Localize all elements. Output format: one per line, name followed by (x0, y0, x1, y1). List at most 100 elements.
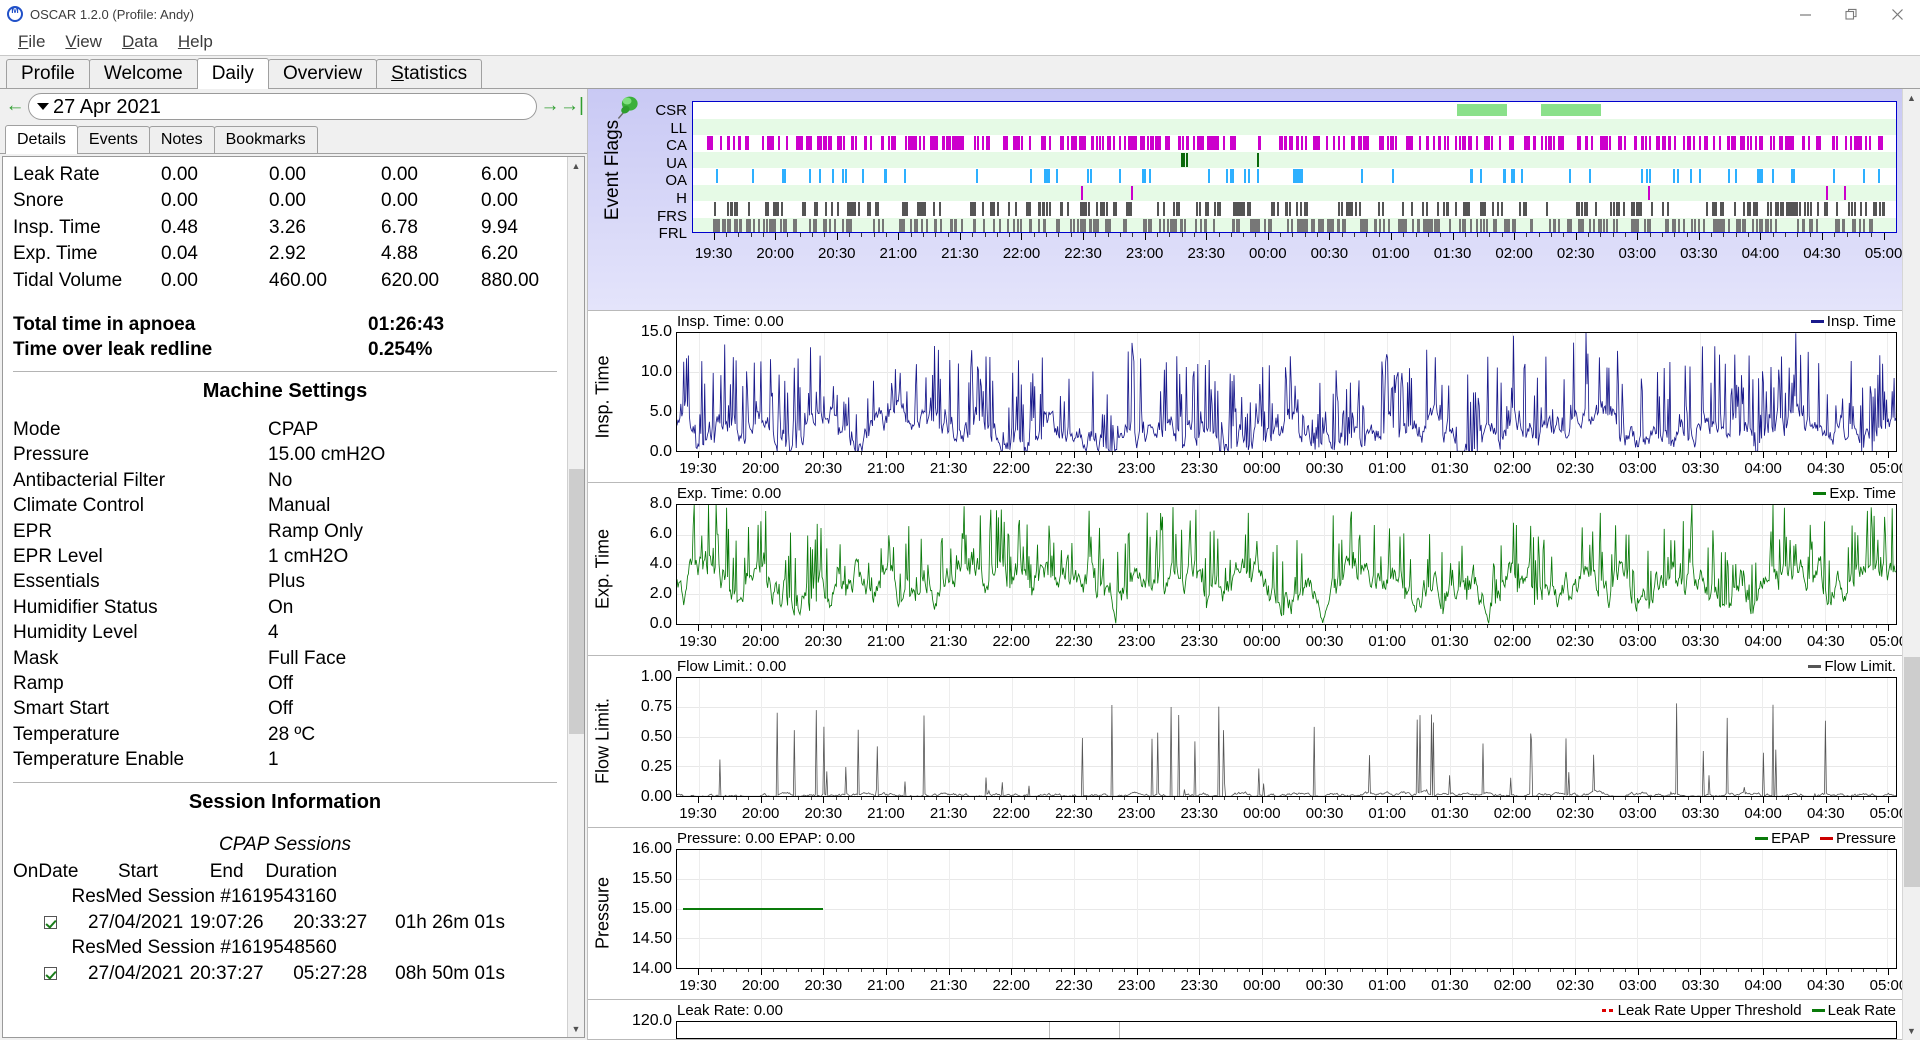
event-marker (872, 218, 875, 232)
event-marker (1449, 218, 1452, 232)
scroll-up-icon[interactable]: ▲ (567, 157, 584, 174)
stat-max: 9.94 (481, 216, 518, 238)
event-marker (1352, 136, 1355, 150)
scroll-track[interactable] (1903, 107, 1920, 1022)
event-marker (973, 202, 976, 216)
event-marker (1610, 202, 1613, 216)
flow-limit-plot[interactable] (676, 676, 1897, 797)
tab-statistics[interactable]: Statistics (376, 59, 483, 88)
event-marker (1527, 136, 1530, 150)
insp-time-plot[interactable] (676, 332, 1897, 453)
minimize-icon[interactable] (1782, 0, 1828, 29)
axis-tick-label: 21:30 (929, 804, 968, 822)
tab-details[interactable]: Details (5, 125, 78, 154)
axis-minor-tick (973, 452, 975, 456)
axis-tick (823, 452, 825, 459)
scroll-up-icon[interactable]: ▲ (1903, 89, 1920, 107)
left-panel-scrollbar[interactable]: ▲ ▼ (567, 157, 584, 1037)
previous-day-icon[interactable]: ← (4, 93, 26, 119)
event-marker (1214, 202, 1217, 216)
tab-welcome[interactable]: Welcome (88, 59, 198, 88)
session-checkbox[interactable] (44, 967, 58, 981)
event-marker (1720, 218, 1725, 232)
menu-file[interactable]: File (8, 30, 55, 54)
close-icon[interactable] (1874, 0, 1920, 29)
axis-minor-tick (1713, 796, 1714, 800)
leak-rate-plot[interactable] (676, 1021, 1897, 1039)
axis-minor-tick (986, 624, 988, 628)
scroll-track[interactable] (567, 174, 584, 1020)
scroll-thumb[interactable] (568, 469, 584, 734)
event-marker (1743, 136, 1746, 150)
axis-tick-label: 05:00 (1869, 632, 1902, 650)
legend-item: Flow Limit. (1808, 658, 1896, 675)
exp-time-plot[interactable] (676, 504, 1897, 625)
axis-tick (1763, 624, 1765, 631)
axis-tick-label: 01:30 (1431, 804, 1469, 822)
axis-minor-tick (1440, 233, 1442, 237)
axis-minor-tick (1124, 969, 1126, 972)
event-marker (998, 218, 1001, 232)
scroll-down-icon[interactable]: ▼ (567, 1020, 584, 1037)
scroll-thumb[interactable] (1903, 657, 1920, 887)
event-marker (1531, 218, 1534, 232)
axis-tick (1760, 233, 1762, 240)
axis-minor-tick (1236, 452, 1238, 456)
event-marker (1615, 218, 1618, 232)
window-title: OSCAR 1.2.0 (Profile: Andy) (30, 6, 195, 22)
axis-tick-label: 04:00 (1744, 632, 1782, 650)
legend-label: Leak Rate Upper Threshold (1617, 1002, 1802, 1019)
event-marker (1655, 136, 1660, 150)
axis-minor-tick (1048, 624, 1050, 628)
legend-item: EPAP (1755, 830, 1810, 847)
axis-minor-tick (735, 452, 737, 456)
session-checkbox[interactable] (44, 916, 58, 930)
next-day-icon[interactable]: → (539, 93, 561, 119)
chevron-down-icon[interactable] (37, 102, 49, 110)
total-apnoea-value: 01:26:43 (368, 314, 445, 335)
setting-value: 1 (268, 749, 279, 771)
axis-minor-tick (873, 624, 875, 628)
axis-minor-tick (1124, 796, 1126, 800)
axis-minor-tick (898, 969, 900, 972)
table-row: Insp. Time 0.48 3.26 6.78 9.94 (13, 215, 557, 242)
gridline-v (1324, 849, 1326, 968)
tab-overview[interactable]: Overview (267, 59, 378, 88)
tab-profile[interactable]: Profile (6, 59, 90, 88)
stat-label: Insp. Time (13, 216, 101, 238)
axis-tick-label: 23:00 (1117, 804, 1156, 822)
axis-minor-tick (762, 233, 764, 237)
event-marker (1804, 202, 1807, 216)
pressure-plot[interactable] (676, 848, 1897, 969)
session-ondate: 27/04/2021 (88, 962, 184, 984)
axis-minor-tick (1487, 452, 1489, 456)
tab-daily[interactable]: Daily (196, 58, 269, 89)
lane-label-oa: OA (665, 172, 687, 190)
scroll-down-icon[interactable]: ▼ (1903, 1022, 1920, 1040)
event-marker (721, 218, 724, 232)
graphs-scrollbar[interactable]: ▲ ▼ (1902, 89, 1920, 1040)
axis-minor-tick (1587, 452, 1589, 456)
tab-bookmarks[interactable]: Bookmarks (213, 126, 318, 153)
last-day-icon[interactable]: →| (560, 93, 584, 119)
date-selector[interactable]: 27 Apr 2021 (28, 92, 537, 120)
axis-minor-tick (773, 796, 775, 800)
event-marker (1648, 169, 1651, 183)
tab-events[interactable]: Events (76, 126, 150, 153)
event-marker (739, 136, 742, 150)
axis-minor-tick (1474, 969, 1476, 972)
event-flags-chart[interactable] (692, 101, 1897, 233)
session-start: 19:07:26 (189, 911, 264, 933)
axis-minor-tick (1124, 452, 1126, 456)
menu-data[interactable]: Data (112, 30, 168, 54)
event-lane (693, 135, 1896, 152)
tab-notes[interactable]: Notes (148, 126, 215, 153)
menu-help[interactable]: Help (168, 30, 223, 54)
session-checkbox-cell[interactable] (13, 910, 88, 936)
event-marker (844, 169, 847, 183)
session-checkbox-cell[interactable] (13, 961, 88, 987)
maximize-icon[interactable] (1828, 0, 1874, 29)
axis-minor-tick (860, 969, 862, 972)
event-marker (1008, 202, 1011, 216)
menu-view[interactable]: View (55, 30, 112, 54)
